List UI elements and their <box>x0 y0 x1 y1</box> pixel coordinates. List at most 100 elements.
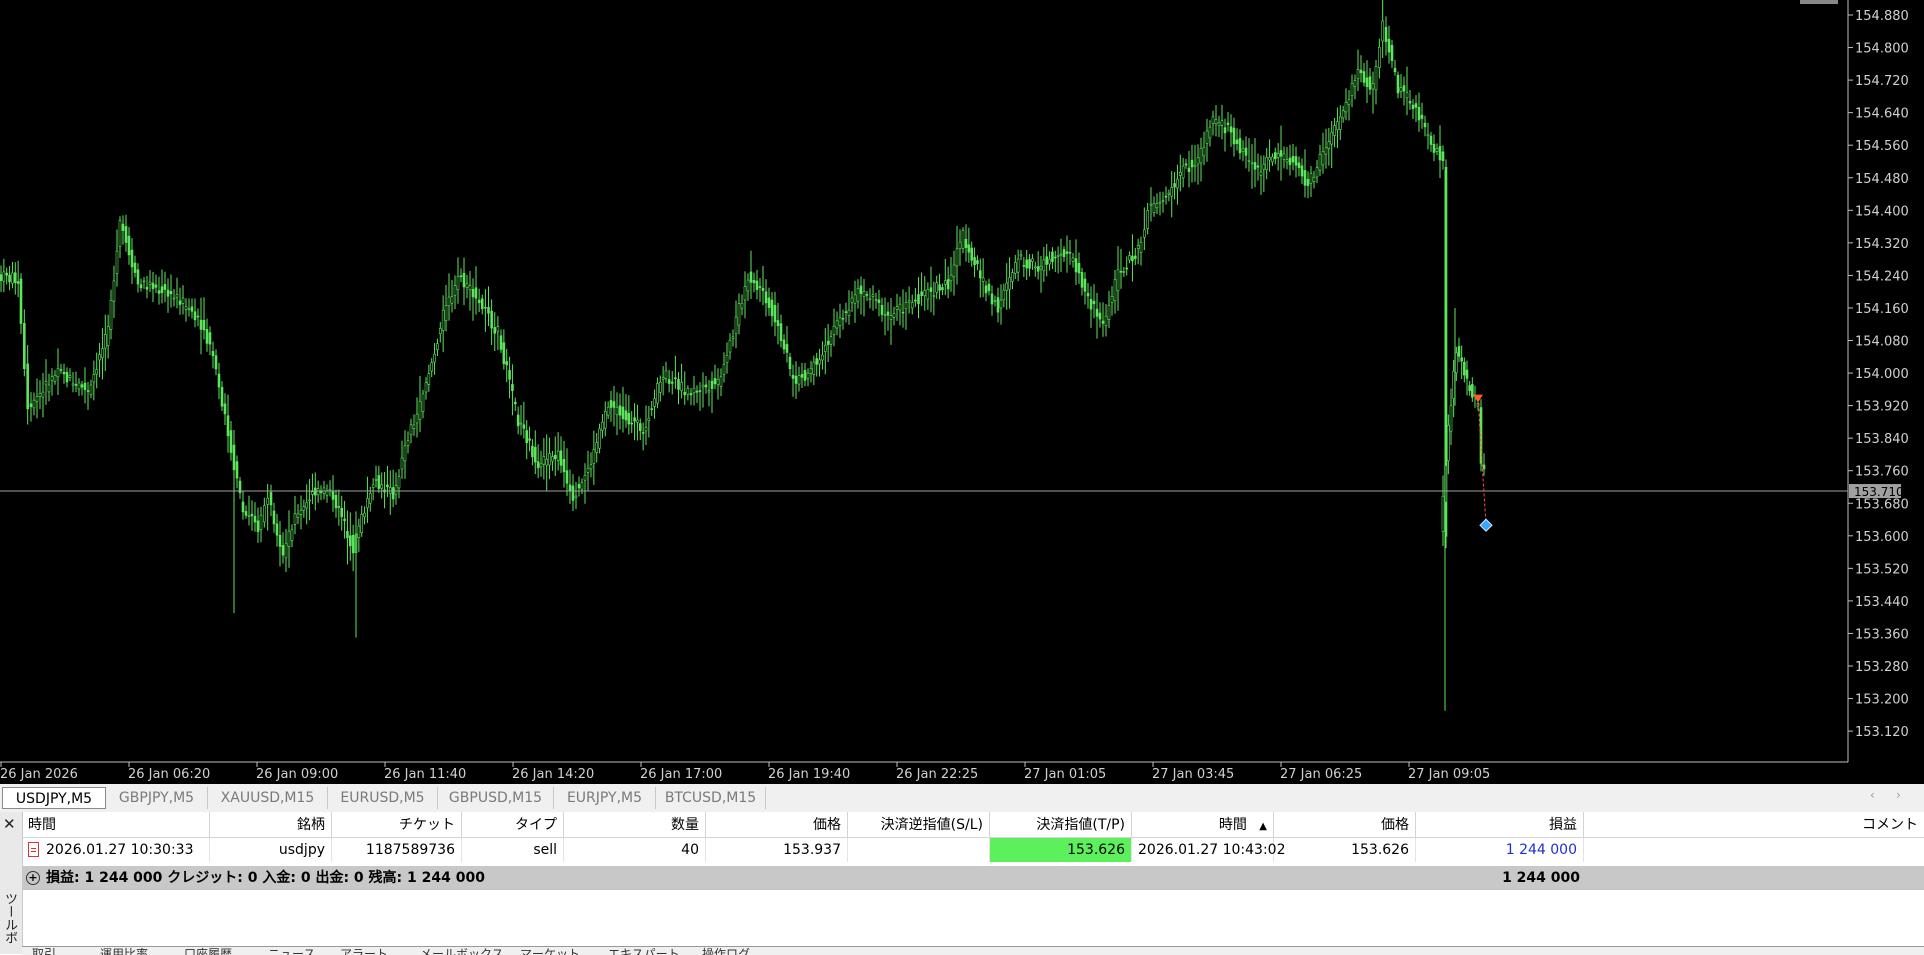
candle-body <box>856 288 860 302</box>
candle-body <box>568 484 572 492</box>
time-axis-label: 26 Jan 14:20 <box>512 767 594 782</box>
close-time-value[interactable]: 2026.01.27 10:43:02 <box>1132 838 1286 862</box>
tab-btcusd-m15[interactable]: BTCUSD,M15 <box>656 787 766 809</box>
candle-body <box>1080 272 1084 288</box>
candle-body <box>184 306 188 310</box>
col-volume[interactable]: 数量 <box>564 812 706 838</box>
tab-eurusd-m5[interactable]: EURUSD,M5 <box>328 787 438 809</box>
col-take-profit[interactable]: 決済指値(T/P) <box>990 812 1132 838</box>
candle-body <box>1241 148 1245 152</box>
stop-loss-value[interactable] <box>848 838 990 862</box>
candle-body <box>1074 258 1078 273</box>
candle-body <box>1365 77 1369 88</box>
expand-plus-icon[interactable]: + <box>26 871 40 885</box>
col-comment[interactable]: コメント <box>1584 812 1924 838</box>
ticket-value[interactable]: 1187589736 <box>332 838 462 862</box>
candle-body <box>542 456 546 465</box>
tab-usdjpy-m5[interactable]: USDJPY,M5 <box>2 787 106 809</box>
type-value[interactable]: sell <box>462 838 564 862</box>
candle-body <box>1338 116 1342 130</box>
col-open-time[interactable]: 時間 <box>22 812 210 838</box>
candle-body <box>923 290 927 296</box>
scroll-left-icon[interactable]: ‹ <box>1870 788 1875 802</box>
price-axis-label: 154.160 <box>1855 302 1909 317</box>
candle-body <box>1155 203 1159 209</box>
take-profit-value[interactable]: 153.626 <box>990 838 1132 862</box>
col-close-time[interactable]: 時間 ▲ <box>1132 812 1274 838</box>
candle-body <box>776 320 780 327</box>
col-stop-loss[interactable]: 決済逆指値(S/L) <box>848 812 990 838</box>
candle-body <box>533 446 537 463</box>
candle-body <box>1300 165 1304 177</box>
close-price-value[interactable]: 153.626 <box>1274 838 1416 862</box>
candle-body <box>308 499 311 502</box>
candle-body <box>577 484 581 489</box>
candle-body <box>1164 195 1168 198</box>
candle-body <box>1095 308 1099 317</box>
candle-body <box>13 272 17 283</box>
open-price-value[interactable]: 153.937 <box>706 838 848 862</box>
tab-gbpusd-m15[interactable]: GBPUSD,M15 <box>438 787 554 809</box>
tab-gbpjpy-m5[interactable]: GBPJPY,M5 <box>106 787 208 809</box>
candle-body <box>898 303 902 311</box>
candle-body <box>1447 424 1450 462</box>
price-axis-label: 154.880 <box>1855 9 1909 24</box>
candle-body <box>334 495 338 509</box>
candlestick-chart-svg[interactable]: 154.880 154.800 154.720 154.640 154.560 154.4… <box>0 0 1924 784</box>
price-axis-label: 154.080 <box>1855 335 1909 350</box>
candle-body <box>56 368 60 378</box>
candle-body <box>907 300 911 303</box>
candle-body <box>1285 159 1289 163</box>
close-icon[interactable]: ✕ <box>3 815 16 833</box>
candle-body <box>743 286 747 301</box>
candle-body <box>633 417 636 422</box>
candle-body <box>427 373 431 385</box>
candle-body <box>565 470 569 484</box>
candle-body <box>1411 104 1415 110</box>
candle-body <box>441 309 445 331</box>
candle-body <box>53 374 57 382</box>
candle-body <box>638 423 642 431</box>
candle-body <box>386 484 389 488</box>
candle-body <box>1327 141 1331 149</box>
symbol-value[interactable]: usdjpy <box>210 838 332 862</box>
candle-body <box>929 287 933 292</box>
volume-value[interactable]: 40 <box>564 838 706 862</box>
history-summary-row[interactable]: + 損益: 1 244 000 クレジット: 0 入金: 0 出金: 0 残高:… <box>22 866 1924 890</box>
candle-body <box>1402 85 1406 92</box>
table-row-open-time[interactable]: 2026.01.27 10:30:33 <box>22 838 210 862</box>
candle-body <box>409 424 413 436</box>
candle-body <box>1256 165 1260 168</box>
candle-body <box>1356 69 1360 79</box>
candle-body <box>612 401 616 408</box>
scroll-right-icon[interactable]: › <box>1896 788 1901 802</box>
candle-body <box>710 380 714 389</box>
profit-value[interactable]: 1 244 000 <box>1416 838 1584 862</box>
price-chart[interactable]: 154.880 154.800 154.720 154.640 154.560 154.4… <box>0 0 1924 784</box>
candle-body <box>1056 255 1060 257</box>
col-profit[interactable]: 損益 <box>1416 812 1584 838</box>
col-type[interactable]: タイプ <box>462 812 564 838</box>
candle-body <box>725 354 729 364</box>
col-ticket[interactable]: チケット <box>332 812 462 838</box>
candle-body <box>829 336 833 345</box>
candle-body <box>205 329 209 344</box>
candle-body <box>1196 157 1200 165</box>
candle-body <box>293 513 297 525</box>
comment-value[interactable] <box>1584 838 1924 862</box>
candle-body <box>764 291 768 304</box>
candle-body <box>299 509 303 515</box>
col-open-price[interactable]: 価格 <box>706 812 848 838</box>
price-axis-label: 153.360 <box>1855 627 1909 642</box>
candle-body <box>468 285 472 291</box>
candle-body <box>1178 171 1182 176</box>
candle-body <box>653 398 656 407</box>
tab-eurjpy-m5[interactable]: EURJPY,M5 <box>554 787 656 809</box>
candle-body <box>92 374 96 383</box>
candle-body <box>1232 127 1236 145</box>
candle-body <box>1048 258 1051 265</box>
col-symbol[interactable]: 銘柄 <box>210 812 332 838</box>
candle-body <box>513 401 517 405</box>
tab-xauusd-m15[interactable]: XAUUSD,M15 <box>208 787 328 809</box>
col-close-price[interactable]: 価格 <box>1274 812 1416 838</box>
